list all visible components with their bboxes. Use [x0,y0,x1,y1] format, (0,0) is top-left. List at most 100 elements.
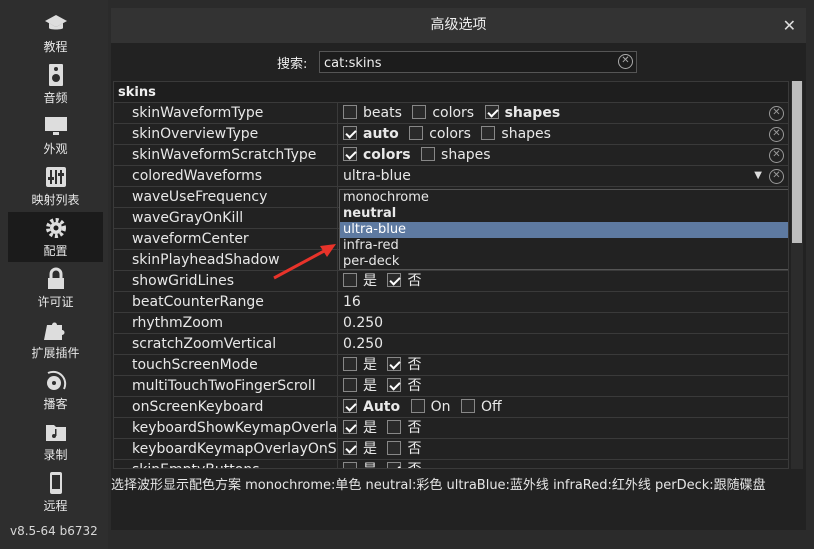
checkbox-checked[interactable] [484,105,499,119]
table-row[interactable]: skinEmptyButtons 是 否 [114,460,788,468]
table-row[interactable]: skinOverviewType auto colors shapes ✕ [114,124,788,145]
checkbox[interactable] [343,105,357,119]
table-row[interactable]: keyboardShowKeymapOverlay 是 否 [114,418,788,439]
dropdown-option-monochrome[interactable]: monochrome [340,190,788,206]
option-value: 是 否 [339,271,788,291]
table-row[interactable]: onScreenKeyboard Auto On Off [114,397,788,418]
dialog-title-bar: 高级选项 ✕ [111,8,806,43]
option-name: keyboardShowKeymapOverlay [114,418,338,438]
checkbox[interactable] [343,378,357,392]
reset-icon[interactable]: ✕ [769,169,784,184]
reset-icon[interactable]: ✕ [769,106,784,121]
scrollbar[interactable] [791,81,803,469]
checkbox-checked[interactable] [387,462,402,468]
option-value: 是 否 [339,460,788,468]
table-row[interactable]: skinWaveformType beats colors shapes ✕ [114,103,788,124]
scrollbar-thumb[interactable] [792,81,802,243]
sidebar-item-record[interactable]: 录制 [8,416,103,466]
checkbox-label: shapes [504,105,561,121]
sidebar-item-label: 教程 [43,40,68,54]
option-name: keyboardKeymapOverlayOnSticky [114,439,338,459]
checkbox-checked[interactable] [343,420,357,434]
table-row[interactable]: keyboardKeymapOverlayOnSticky 是 否 [114,439,788,460]
clear-search-icon[interactable]: ✕ [618,54,633,69]
search-input[interactable] [320,53,600,74]
checkbox[interactable] [409,126,424,140]
table-row[interactable]: rhythmZoom 0.250 [114,313,788,334]
chevron-down-icon[interactable]: ▼ [754,166,762,186]
option-value[interactable]: 0.250 [339,313,788,333]
option-name: skinEmptyButtons [114,460,338,468]
checkbox[interactable] [343,357,357,371]
checkbox[interactable] [421,147,436,161]
checkbox-label: Auto [363,399,401,415]
checkbox-checked[interactable] [387,378,402,392]
table-row[interactable]: touchScreenMode 是 否 [114,355,788,376]
option-name: waveUseFrequency [114,187,338,207]
table-row[interactable]: coloredWaveforms ultra-blue ▼ ✕ [114,166,788,187]
table-row[interactable]: beatCounterRange 16 [114,292,788,313]
sidebar-item-audio[interactable]: 音频 [8,59,103,109]
dropdown-option-infra-red[interactable]: infra-red [340,238,788,254]
checkbox-checked[interactable] [343,126,357,140]
annotation-arrow [273,244,336,280]
checkbox[interactable] [343,462,357,468]
checkbox-label: shapes [441,147,491,163]
checkbox-label: On [430,399,451,415]
dropdown-option-neutral[interactable]: neutral [340,206,788,222]
option-name: coloredWaveforms [114,166,338,186]
checkbox[interactable] [412,105,427,119]
checkbox[interactable] [387,420,402,434]
table-row[interactable]: showGridLines 是 否 [114,271,788,292]
folder-music-icon [45,425,66,441]
sidebar-item-appearance[interactable]: 外观 [8,110,103,160]
options-table: skins skinWaveformType beats colors shap… [113,81,789,469]
table-row[interactable]: multiTouchTwoFingerScroll 是 否 [114,376,788,397]
sidebar-item-podcast[interactable]: 播客 [8,365,103,415]
sidebar-item-tutorial[interactable]: 教程 [8,8,103,58]
option-value[interactable]: 0.250 [339,334,788,354]
sidebar-item-mappings[interactable]: 映射列表 [8,161,103,211]
checkbox-checked[interactable] [343,147,357,161]
option-value[interactable]: 16 [339,292,788,312]
option-value: beats colors shapes ✕ [339,103,788,123]
graduation-cap-icon [44,15,67,30]
checkbox-checked[interactable] [343,399,357,413]
checkbox-label: colors [363,147,411,163]
sidebar-item-config[interactable]: 配置 [8,212,103,262]
reset-icon[interactable]: ✕ [769,127,784,142]
colored-waveforms-select[interactable]: ultra-blue ▼ ✕ [339,166,788,186]
version-label: v8.5-64 b6732 [10,524,98,538]
sidebar-item-remote[interactable]: 远程 [8,467,103,517]
checkbox-checked[interactable] [387,273,402,287]
checkbox[interactable] [481,126,496,140]
checkbox[interactable] [410,399,425,413]
sidebar-item-license[interactable]: 许可证 [8,263,103,313]
sidebar-item-plugins[interactable]: 扩展插件 [8,314,103,364]
table-row[interactable]: scratchZoomVertical 0.250 [114,334,788,355]
dropdown-option-per-deck[interactable]: per-deck [340,254,788,270]
checkbox[interactable] [387,441,402,455]
sidebar-item-label: 配置 [43,244,68,258]
lock-icon [47,267,64,289]
checkbox-label: 否 [407,273,422,289]
checkbox[interactable] [460,399,475,413]
reset-icon[interactable]: ✕ [769,148,784,163]
table-row[interactable]: skinWaveformScratchType colors shapes ✕ [114,145,788,166]
option-name: multiTouchTwoFingerScroll [114,376,338,396]
checkbox[interactable] [343,273,357,287]
checkbox-label: colors [432,105,475,121]
checkbox-checked[interactable] [387,357,402,371]
option-name: skinWaveformType [114,103,338,123]
sidebar-item-label: 录制 [43,448,68,462]
option-description: 选择波形显示配色方案 monochrome:单色 neutral:彩色 ultr… [111,478,766,493]
checkbox-label: 是 [363,462,377,468]
option-value: auto colors shapes ✕ [339,124,788,144]
dropdown-option-ultra-blue[interactable]: ultra-blue [340,222,788,238]
search-row: 搜索: ✕ [111,50,806,74]
advanced-options-dialog: 高级选项 ✕ 搜索: ✕ skins skinWaveformType beat… [111,8,806,530]
search-box[interactable]: ✕ [319,51,637,74]
close-icon[interactable]: ✕ [783,8,796,43]
option-name: scratchZoomVertical [114,334,338,354]
checkbox-checked[interactable] [343,441,357,455]
